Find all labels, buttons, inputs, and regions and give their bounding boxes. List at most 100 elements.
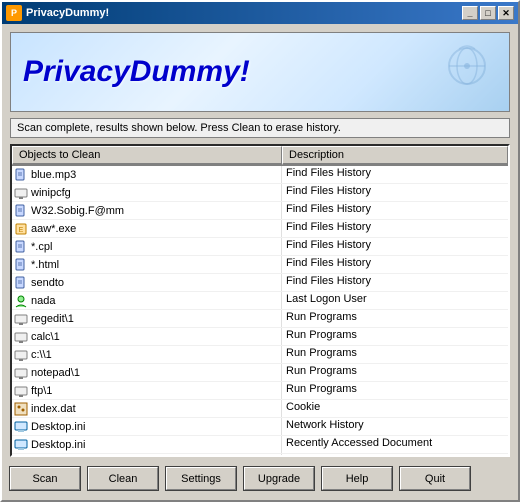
table-row[interactable]: E aaw*.exe Find Files History — [12, 220, 508, 238]
object-text: notepad\1 — [31, 367, 80, 379]
row-icon: E — [14, 222, 28, 236]
table-row[interactable]: Desktop.ini Network History — [12, 418, 508, 436]
cell-object: Desktop.ini — [12, 418, 282, 435]
object-text: aaw*.exe — [31, 223, 76, 235]
row-icon — [14, 366, 28, 380]
cell-description: Find Files History — [282, 166, 508, 183]
table-row[interactable]: notepad\1 Run Programs — [12, 364, 508, 382]
title-bar-controls: _ □ ✕ — [462, 6, 514, 20]
cell-object: E aaw*.exe — [12, 220, 282, 237]
col-header-object[interactable]: Objects to Clean — [12, 146, 282, 165]
table-container: Objects to Clean Description blue.mp3 Fi… — [10, 144, 510, 457]
cell-description: Find Files History — [282, 238, 508, 255]
settings-button[interactable]: Settings — [166, 467, 236, 490]
table-row[interactable]: sendto Find Files History — [12, 274, 508, 292]
object-text: sendto — [31, 277, 64, 289]
cell-object: index.dat — [12, 400, 282, 417]
header-logo — [437, 41, 497, 101]
cell-description: Find Files History — [282, 184, 508, 201]
cell-object: calc\1 — [12, 328, 282, 345]
col-header-description[interactable]: Description — [282, 146, 508, 165]
upgrade-button[interactable]: Upgrade — [244, 467, 314, 490]
header-area: PrivacyDummy! — [10, 32, 510, 112]
help-button[interactable]: Help — [322, 467, 392, 490]
table-row[interactable]: ftp\1 Run Programs — [12, 382, 508, 400]
cell-object: notepad\1 — [12, 364, 282, 381]
cell-object: *.cpl — [12, 238, 282, 255]
clean-button[interactable]: Clean — [88, 467, 158, 490]
app-icon: P — [6, 5, 22, 21]
object-text: nada — [31, 295, 55, 307]
app-title: PrivacyDummy! — [23, 55, 250, 89]
cell-description: Find Files History — [282, 202, 508, 219]
table-row[interactable]: *.cpl Find Files History — [12, 238, 508, 256]
row-icon — [14, 168, 28, 182]
object-text: c:\\1 — [31, 349, 52, 361]
title-bar-text: P PrivacyDummy! — [6, 5, 109, 21]
status-bar: Scan complete, results shown below. Pres… — [10, 118, 510, 138]
cell-object: W32.Sobig.F@mm — [12, 202, 282, 219]
close-button[interactable]: ✕ — [498, 6, 514, 20]
object-text: W32.Sobig.F@mm — [31, 205, 124, 217]
cell-object: Desktop.ini — [12, 454, 282, 455]
table-scroll[interactable]: blue.mp3 Find Files History winipcfg Fin… — [12, 166, 508, 455]
table-row[interactable]: calc\1 Run Programs — [12, 328, 508, 346]
cell-object: Desktop.ini — [12, 436, 282, 453]
row-icon — [14, 258, 28, 272]
cell-object: blue.mp3 — [12, 166, 282, 183]
table-row[interactable]: index.dat Cookie — [12, 400, 508, 418]
button-bar: Scan Clean Settings Upgrade Help Quit — [10, 463, 510, 492]
cell-description: Find Files History — [282, 220, 508, 237]
cell-description: URL History — [282, 454, 508, 455]
cell-object: *.html — [12, 256, 282, 273]
cell-description: Find Files History — [282, 274, 508, 291]
object-text: index.dat — [31, 403, 76, 415]
object-text: ftp\1 — [31, 385, 52, 397]
row-icon — [14, 348, 28, 362]
cell-description: Find Files History — [282, 256, 508, 273]
table-row[interactable]: W32.Sobig.F@mm Find Files History — [12, 202, 508, 220]
row-icon — [14, 420, 28, 434]
object-text: regedit\1 — [31, 313, 74, 325]
cell-description: Network History — [282, 418, 508, 435]
cell-description: Run Programs — [282, 382, 508, 399]
cell-description: Cookie — [282, 400, 508, 417]
row-icon — [14, 438, 28, 452]
table-row[interactable]: Desktop.ini URL History — [12, 454, 508, 455]
title-bar: P PrivacyDummy! _ □ ✕ — [2, 2, 518, 24]
cell-object: sendto — [12, 274, 282, 291]
table-row[interactable]: nada Last Logon User — [12, 292, 508, 310]
minimize-button[interactable]: _ — [462, 6, 478, 20]
scan-button[interactable]: Scan — [10, 467, 80, 490]
row-icon — [14, 204, 28, 218]
row-icon — [14, 402, 28, 416]
cell-object: c:\\1 — [12, 346, 282, 363]
row-icon — [14, 312, 28, 326]
cell-object: nada — [12, 292, 282, 309]
cell-description: Run Programs — [282, 364, 508, 381]
table-row[interactable]: c:\\1 Run Programs — [12, 346, 508, 364]
cell-object: winipcfg — [12, 184, 282, 201]
object-text: Desktop.ini — [31, 439, 85, 451]
table-row[interactable]: *.html Find Files History — [12, 256, 508, 274]
object-text: *.html — [31, 259, 59, 271]
cell-description: Run Programs — [282, 328, 508, 345]
row-icon — [14, 186, 28, 200]
quit-button[interactable]: Quit — [400, 467, 470, 490]
object-text: winipcfg — [31, 187, 71, 199]
row-icon — [14, 240, 28, 254]
table-row[interactable]: Desktop.ini Recently Accessed Document — [12, 436, 508, 454]
cell-object: ftp\1 — [12, 382, 282, 399]
table-row[interactable]: regedit\1 Run Programs — [12, 310, 508, 328]
main-window: P PrivacyDummy! _ □ ✕ PrivacyDummy! Scan… — [0, 0, 520, 502]
table-row[interactable]: winipcfg Find Files History — [12, 184, 508, 202]
cell-description: Last Logon User — [282, 292, 508, 309]
table-row[interactable]: blue.mp3 Find Files History — [12, 166, 508, 184]
object-text: Desktop.ini — [31, 421, 85, 433]
row-icon — [14, 330, 28, 344]
object-text: calc\1 — [31, 331, 60, 343]
object-text: blue.mp3 — [31, 169, 76, 181]
row-icon — [14, 294, 28, 308]
maximize-button[interactable]: □ — [480, 6, 496, 20]
window-body: PrivacyDummy! Scan complete, results sho… — [2, 24, 518, 500]
